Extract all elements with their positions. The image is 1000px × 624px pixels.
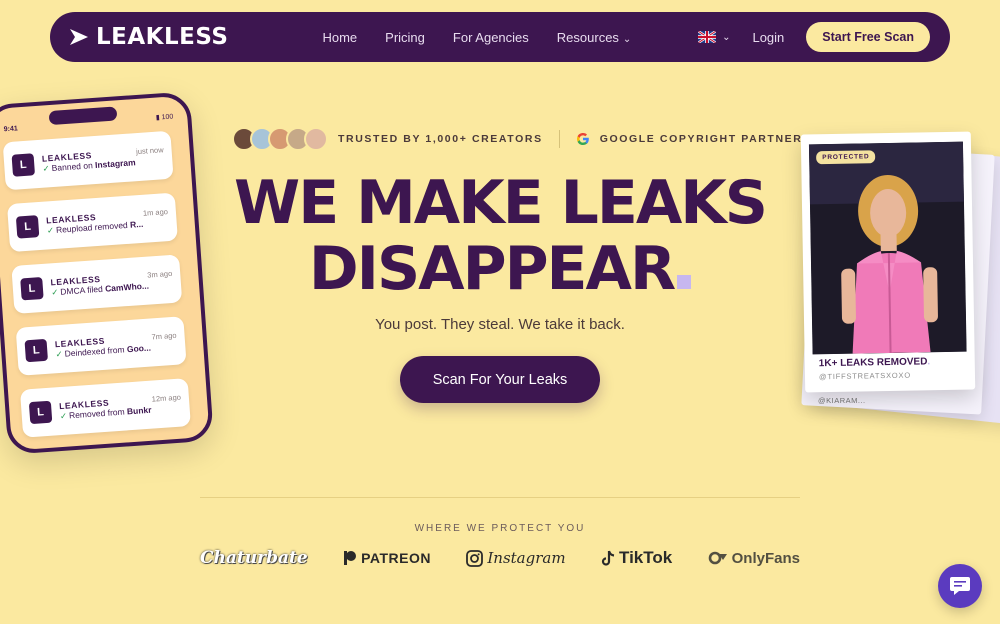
chevron-down-icon: ⌄ bbox=[622, 33, 632, 45]
notification-time: just now bbox=[135, 144, 164, 156]
logo[interactable]: LEAKLESS bbox=[68, 24, 228, 50]
instagram-text: Instagram bbox=[487, 549, 566, 567]
chat-widget-button[interactable] bbox=[938, 564, 982, 608]
google-partner-text: GOOGLE COPYRIGHT PARTNER bbox=[599, 133, 803, 145]
notification-target: Goo... bbox=[126, 342, 152, 354]
polaroid-card: PROTECTED 1K+ LEAKS REMOVED. @TIFFSTREAT… bbox=[800, 131, 976, 393]
trust-row: TRUSTED BY 1,000+ CREATORS GOOGLE COPYRI… bbox=[232, 127, 802, 151]
patreon-text: PATREON bbox=[361, 550, 431, 566]
phone-battery-value: 100 bbox=[161, 113, 174, 122]
logo-text: LEAKLESS bbox=[96, 24, 229, 50]
instagram-icon bbox=[466, 549, 484, 567]
uk-flag-icon bbox=[698, 31, 717, 43]
start-free-scan-button[interactable]: Start Free Scan bbox=[806, 22, 930, 52]
patreon-icon bbox=[344, 551, 357, 565]
headline-line2: DISAPPEAR bbox=[308, 234, 676, 304]
avatar bbox=[304, 127, 328, 151]
phone-notch bbox=[48, 106, 118, 126]
check-icon: ✓ bbox=[55, 348, 63, 359]
creator-avatars bbox=[232, 127, 328, 151]
leakless-app-icon: L bbox=[24, 338, 48, 363]
caption-dot: . bbox=[927, 356, 931, 368]
nav-links: Home Pricing For Agencies Resources ⌄ bbox=[322, 30, 631, 45]
phone-time: 9:41 bbox=[3, 125, 19, 134]
nav-link-resources[interactable]: Resources ⌄ bbox=[557, 30, 632, 45]
nav-link-agencies[interactable]: For Agencies bbox=[453, 30, 529, 45]
back-card-handle: @KIARAM... bbox=[818, 396, 866, 405]
polaroid-handle: @TIFFSTREATSXOXO bbox=[818, 370, 912, 382]
nav-link-home[interactable]: Home bbox=[322, 30, 357, 45]
divider bbox=[558, 130, 560, 148]
section-divider bbox=[200, 497, 800, 498]
check-icon: ✓ bbox=[59, 410, 68, 421]
chevron-down-icon: ⌄ bbox=[722, 31, 731, 43]
phone-battery: ▮ 100 bbox=[155, 113, 174, 122]
notification-target: Bunkr bbox=[126, 404, 152, 416]
patreon-logo: PATREON bbox=[343, 550, 431, 566]
tiktok-icon bbox=[601, 550, 615, 566]
tiktok-logo: TikTok bbox=[601, 548, 672, 568]
creator-photo: PROTECTED bbox=[808, 141, 967, 355]
onlyfans-logo: OnlyFans bbox=[708, 550, 800, 567]
nav-link-resources-label: Resources bbox=[556, 29, 619, 45]
login-link[interactable]: Login bbox=[752, 30, 784, 45]
polaroid-caption-text: 1K+ LEAKS REMOVED bbox=[818, 356, 928, 370]
google-icon bbox=[576, 132, 590, 146]
polaroid-caption: 1K+ LEAKS REMOVED. bbox=[819, 356, 931, 369]
onlyfans-icon bbox=[708, 551, 727, 565]
language-selector[interactable]: ⌄ bbox=[698, 31, 730, 43]
nav-link-pricing[interactable]: Pricing bbox=[385, 30, 425, 45]
tiktok-text: TikTok bbox=[619, 548, 673, 567]
top-nav: LEAKLESS Home Pricing For Agencies Resou… bbox=[50, 12, 950, 62]
headline-dot bbox=[677, 275, 692, 289]
chaturbate-logo: Chaturbate bbox=[200, 548, 308, 568]
nav-right: ⌄ Login Start Free Scan bbox=[698, 22, 930, 52]
onlyfans-text: OnlyFans bbox=[731, 549, 800, 567]
notification-target: Instagram bbox=[94, 156, 136, 170]
chat-icon bbox=[950, 577, 970, 595]
protected-badge: PROTECTED bbox=[816, 150, 876, 165]
logo-arrow-icon bbox=[68, 27, 90, 47]
trusted-creators-text: TRUSTED BY 1,000+ CREATORS bbox=[338, 133, 543, 145]
notification-card: L LEAKLESS 12m ago ✓Removed from Bunkr bbox=[19, 378, 191, 438]
scan-for-leaks-button[interactable]: Scan For Your Leaks bbox=[400, 356, 600, 403]
instagram-logo: Instagram bbox=[466, 549, 566, 567]
where-we-protect-label: WHERE WE PROTECT YOU bbox=[414, 523, 586, 534]
leakless-app-icon: L bbox=[28, 400, 53, 425]
platform-logos: Chaturbate PATREON Instagram TikTok Only… bbox=[200, 548, 800, 568]
notification-time: 12m ago bbox=[151, 392, 182, 404]
